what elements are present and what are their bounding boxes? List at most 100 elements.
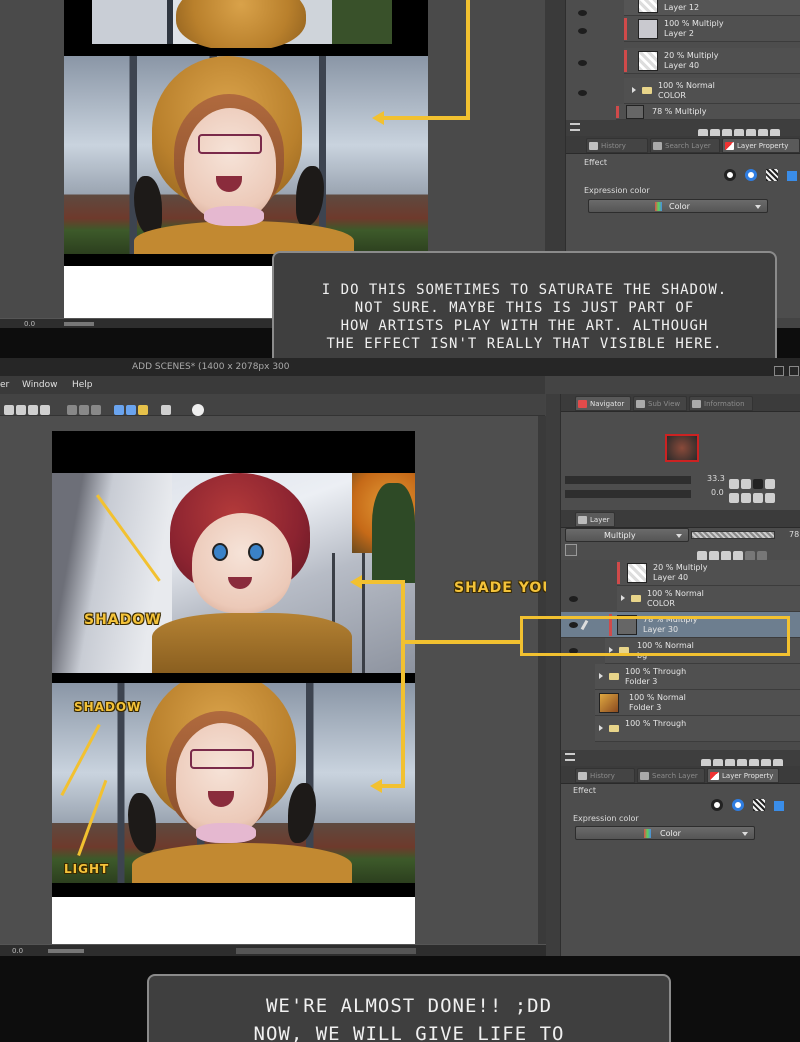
flip-icon[interactable] — [765, 492, 775, 503]
crop-icon[interactable] — [40, 404, 50, 415]
navigator-tabs: Navigator Sub View Information — [561, 394, 800, 412]
layer-name: Folder 3 — [629, 703, 662, 712]
eye-icon[interactable] — [569, 596, 578, 602]
layer-opacity-mode: 100 % Normal — [658, 81, 715, 90]
layer-row[interactable]: Layer 12 — [624, 0, 800, 16]
layer-thumbnail — [599, 693, 619, 713]
layer-options-row — [565, 544, 800, 561]
effect-color-dropdown-icon[interactable] — [774, 801, 785, 811]
layer-row[interactable]: 20 % Multiply Layer 40 — [617, 560, 800, 586]
tab-layer-property[interactable]: Layer Property — [722, 138, 800, 153]
clip-icon[interactable] — [697, 550, 707, 561]
top-panel-1 — [64, 0, 428, 50]
expand-triangle-icon[interactable] — [632, 87, 636, 93]
layer-icon — [578, 516, 587, 524]
expression-color-label: Expression color — [573, 814, 639, 823]
tab-sub-view[interactable]: Sub View — [633, 396, 687, 411]
effect-tone-icon[interactable] — [753, 799, 766, 811]
help-icon[interactable] — [192, 403, 205, 416]
tab-history[interactable]: History — [575, 768, 635, 783]
layer-opacity-mode: 20 % Multiply — [653, 563, 708, 572]
bottom-app-window: ADD SCENES* (1400 x 2078px 300 er Window… — [0, 358, 800, 956]
lock-icon[interactable] — [721, 550, 731, 561]
rotate-buttons — [729, 487, 777, 506]
effect-circle-icon[interactable] — [724, 169, 736, 181]
blend-mode-dropdown[interactable]: Multiply — [565, 528, 689, 542]
layer-opacity-mode: 100 % Through — [625, 667, 687, 676]
effect-circle-blue-icon[interactable] — [732, 799, 745, 811]
layer-row-folder[interactable]: 100 % Normal COLOR — [624, 78, 800, 104]
fill-icon[interactable] — [28, 404, 38, 415]
folder-icon — [609, 673, 619, 680]
menu-window[interactable]: Window — [22, 380, 58, 390]
eye-icon[interactable] — [578, 60, 587, 66]
layer-row[interactable]: 20 % Multiply Layer 40 — [624, 48, 800, 74]
minimize-icon[interactable] — [774, 366, 784, 376]
tab-information[interactable]: Information — [689, 396, 753, 411]
select-icon[interactable] — [16, 404, 26, 415]
tab-search-layer[interactable]: Search Layer — [650, 138, 720, 153]
menu-layer[interactable]: er — [0, 380, 9, 390]
expression-color-dropdown[interactable]: Color — [575, 826, 755, 840]
window-title: ADD SCENES* (1400 x 2078px 300 — [132, 362, 290, 372]
menu-bar: er Window Help — [0, 376, 545, 394]
page-icon[interactable] — [161, 404, 172, 415]
opacity-value: 78 — [789, 530, 800, 539]
rotate-value: 0.0 — [711, 488, 724, 497]
canvas-scrollbar[interactable] — [538, 416, 546, 944]
layer-row[interactable]: 100 % Normal Folder 3 — [595, 690, 800, 716]
boy-eye-right — [248, 543, 264, 561]
pen-icon[interactable] — [138, 404, 149, 415]
zoom-slider[interactable] — [565, 476, 691, 484]
layer-row[interactable]: 100 % Multiply Layer 2 — [624, 16, 800, 42]
statusbar-slider[interactable] — [64, 322, 94, 326]
expand-triangle-icon[interactable] — [599, 673, 603, 679]
layer-menu-icon[interactable] — [565, 753, 575, 761]
expand-triangle-icon[interactable] — [621, 595, 625, 601]
vector-icon[interactable] — [114, 404, 125, 415]
arrow-head-top — [350, 575, 362, 589]
tab-navigator[interactable]: Navigator — [575, 396, 631, 411]
mask-enable-icon[interactable] — [745, 550, 755, 561]
tab-layer[interactable]: Layer — [575, 512, 615, 527]
rotate-right-icon[interactable] — [741, 492, 751, 503]
menu-help[interactable]: Help — [72, 380, 93, 390]
horizontal-scrollbar[interactable] — [236, 948, 416, 954]
tab-search-layer[interactable]: Search Layer — [637, 768, 705, 783]
effect-color-dropdown-icon[interactable] — [787, 171, 798, 181]
rotate-left-icon[interactable] — [729, 492, 739, 503]
rotate-slider[interactable] — [565, 490, 691, 498]
layer-row-folder[interactable]: 100 % Through — [595, 716, 800, 742]
tab-history[interactable]: History — [586, 138, 648, 153]
tab-layer-property[interactable]: Layer Property — [707, 768, 779, 783]
ruler-icon[interactable] — [67, 404, 78, 415]
snap-icon[interactable] — [126, 404, 137, 415]
ref-layer-icon[interactable] — [709, 550, 719, 561]
statusbar-slider[interactable] — [48, 949, 84, 953]
eye-icon[interactable] — [578, 10, 587, 16]
layer-menu-icon[interactable] — [570, 123, 580, 131]
expression-color-dropdown[interactable]: Color — [588, 199, 768, 213]
effect-circle-icon[interactable] — [711, 799, 723, 811]
transform-icon[interactable] — [4, 404, 14, 415]
search-layer-icon — [653, 142, 662, 150]
frame-icon[interactable] — [91, 404, 102, 415]
layer-row[interactable]: 78 % Multiply — [616, 104, 800, 120]
opacity-slider[interactable] — [691, 531, 775, 539]
effect-tone-icon[interactable] — [766, 169, 779, 181]
boy-eye-left — [212, 543, 228, 561]
grid-icon[interactable] — [79, 404, 90, 415]
eye-icon[interactable] — [578, 90, 587, 96]
callout-bottom: WE'RE ALMOST DONE!! ;DD NOW, WE WILL GIV… — [147, 974, 671, 1042]
layer-color-box[interactable] — [565, 544, 577, 556]
lock-transparent-icon[interactable] — [733, 550, 743, 561]
expand-triangle-icon[interactable] — [599, 725, 603, 731]
layer-row-folder[interactable]: 100 % Through Folder 3 — [595, 664, 800, 690]
color-swatch-icon — [644, 829, 651, 838]
layer-row-folder[interactable]: 100 % Normal COLOR — [617, 586, 800, 612]
reset-rotate-icon[interactable] — [753, 492, 763, 503]
eye-icon[interactable] — [578, 28, 587, 34]
effect-circle-blue-icon[interactable] — [745, 169, 758, 181]
maximize-icon[interactable] — [789, 366, 800, 376]
ruler-enable-icon[interactable] — [757, 550, 767, 561]
